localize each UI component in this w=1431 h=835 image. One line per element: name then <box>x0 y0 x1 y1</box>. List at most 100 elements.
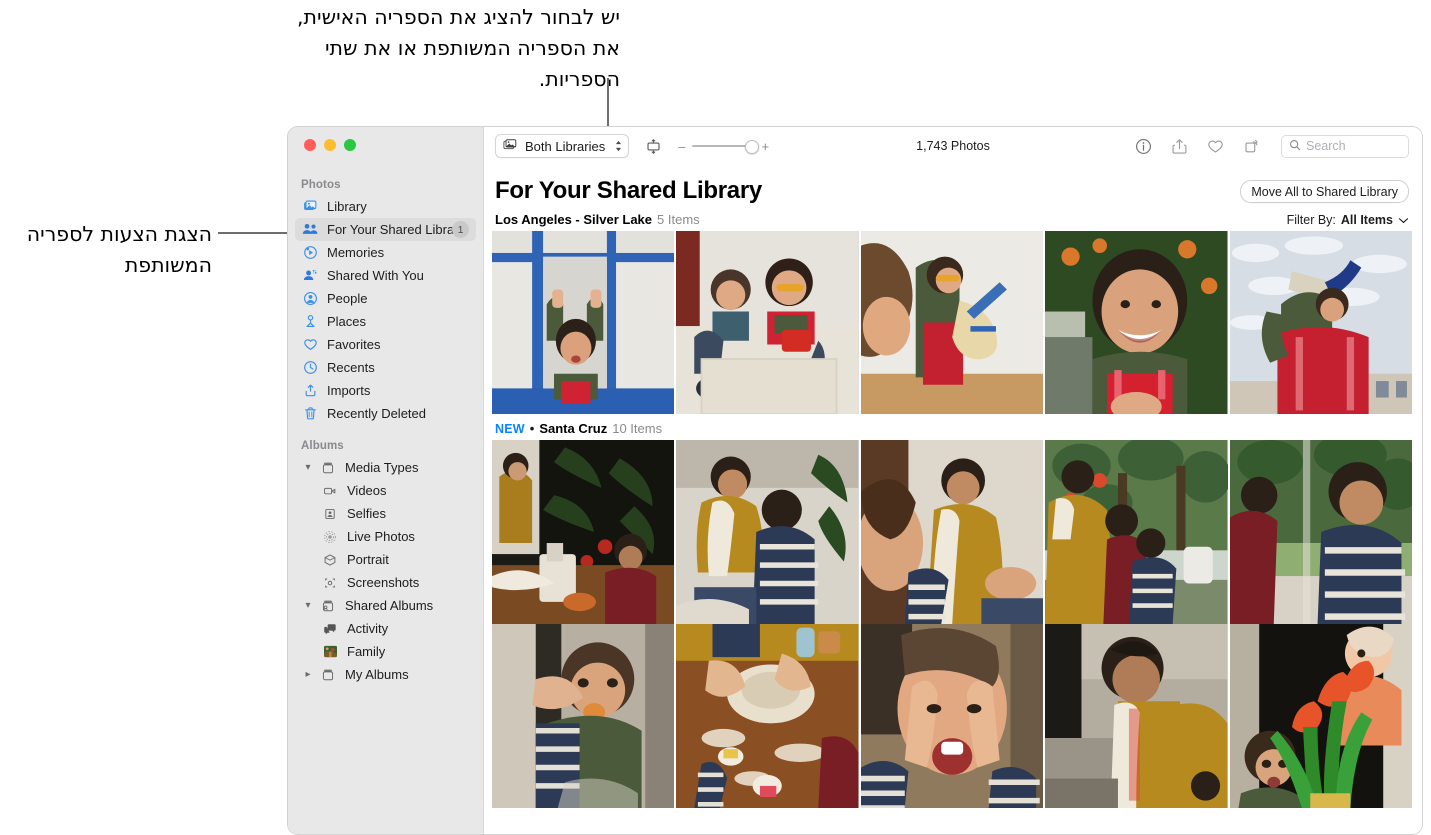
photo-thumbnail[interactable] <box>1229 440 1413 624</box>
photo-thumbnail[interactable] <box>1045 231 1228 414</box>
album-icon <box>319 667 337 683</box>
import-icon <box>301 383 319 399</box>
sidebar-item-label: For Your Shared Library <box>327 222 466 237</box>
annotation-top-text: יש לבחור להציג את הספריה האישית, את הספר… <box>297 5 620 91</box>
zoom-slider-knob[interactable] <box>745 140 760 154</box>
info-icon[interactable] <box>1135 138 1152 155</box>
sidebar-item-shared-with-you[interactable]: Shared With You <box>295 264 476 287</box>
sidebar-item-label: Videos <box>347 483 387 498</box>
two-people-icon <box>301 222 319 238</box>
photo-thumbnail[interactable] <box>1229 624 1413 808</box>
library-selector-popup[interactable]: Both Libraries <box>495 134 630 158</box>
chevron-up-down-icon[interactable] <box>614 139 623 153</box>
sidebar-item-label: Shared Albums <box>345 598 434 613</box>
photo-thumbnail[interactable] <box>1229 231 1413 414</box>
sidebar-item-places[interactable]: Places <box>295 310 476 333</box>
sidebar-list: Photos Library For Your Shared Library 1… <box>288 127 483 686</box>
filter-by-dropdown[interactable]: Filter By: All Items <box>1287 213 1409 227</box>
search-input[interactable]: Search <box>1306 139 1346 153</box>
photo-thumbnail[interactable] <box>492 440 675 624</box>
toolbar-right-group: Search <box>1135 134 1409 158</box>
photo-thumbnail[interactable] <box>860 231 1044 414</box>
chevron-down-icon[interactable]: ▾ <box>302 594 314 617</box>
sidebar-item-label: Family <box>347 644 386 659</box>
sidebar-item-label: Shared With You <box>327 268 424 283</box>
sidebar-item-my-albums[interactable]: ▸ My Albums <box>295 663 476 686</box>
portrait-icon <box>321 552 339 568</box>
library-icon <box>503 138 519 154</box>
sidebar-item-activity[interactable]: Activity <box>295 617 476 640</box>
chevron-down-icon[interactable]: ▾ <box>302 456 314 479</box>
content-scroll-area[interactable]: For Your Shared Library Move All to Shar… <box>484 165 1422 834</box>
close-button[interactable] <box>304 139 316 151</box>
sidebar-item-media-types[interactable]: ▾ Media Types <box>295 456 476 479</box>
sidebar-item-screenshots[interactable]: Screenshots <box>295 571 476 594</box>
zoom-button[interactable] <box>344 139 356 151</box>
zoom-out-label[interactable]: – <box>678 139 685 154</box>
filter-label: Filter By: <box>1286 213 1336 227</box>
sidebar-item-selfies[interactable]: Selfies <box>295 502 476 525</box>
sidebar-item-videos[interactable]: Videos <box>295 479 476 502</box>
photo-thumbnail[interactable] <box>860 440 1044 624</box>
sidebar-item-recents[interactable]: Recents <box>295 356 476 379</box>
video-icon <box>321 483 339 499</box>
sidebar-item-favorites[interactable]: Favorites <box>295 333 476 356</box>
photo-thumbnail[interactable] <box>492 231 675 414</box>
move-all-to-shared-library-button[interactable]: Move All to Shared Library <box>1240 180 1409 203</box>
photo-thumbnail[interactable] <box>1045 440 1228 624</box>
annotation-left-leader-line <box>218 232 291 234</box>
chevron-down-icon[interactable] <box>1398 213 1409 227</box>
sidebar-item-badge: 1 <box>452 221 469 238</box>
heart-icon[interactable] <box>1207 138 1224 155</box>
map-pin-icon <box>301 314 319 330</box>
sidebar-item-shared-albums[interactable]: ▾ Shared Albums <box>295 594 476 617</box>
sidebar-item-label: Library <box>327 199 367 214</box>
photo-thumbnail[interactable] <box>676 624 859 808</box>
sidebar-item-imports[interactable]: Imports <box>295 379 476 402</box>
zoom-slider-control[interactable]: – + <box>678 139 769 154</box>
live-photo-icon <box>321 529 339 545</box>
sidebar-item-library[interactable]: Library <box>295 195 476 218</box>
rotate-icon[interactable] <box>1243 138 1260 155</box>
zoom-slider-track[interactable] <box>692 140 760 154</box>
photo-thumbnail[interactable] <box>860 624 1044 808</box>
library-icon <box>301 199 319 215</box>
sidebar-item-memories[interactable]: Memories <box>295 241 476 264</box>
sidebar-item-for-your-shared-library[interactable]: For Your Shared Library 1 <box>295 218 476 241</box>
chevron-right-icon[interactable]: ▸ <box>302 663 314 686</box>
sidebar-item-family[interactable]: Family <box>295 640 476 663</box>
share-icon[interactable] <box>1171 138 1188 155</box>
photo-thumbnail[interactable] <box>676 231 859 414</box>
sidebar-item-label: Portrait <box>347 552 389 567</box>
photo-thumbnail[interactable] <box>676 440 859 624</box>
sidebar-item-live-photos[interactable]: Live Photos <box>295 525 476 548</box>
section-separator: • <box>529 421 535 436</box>
page-title: For Your Shared Library <box>495 177 762 204</box>
search-field[interactable]: Search <box>1281 134 1409 158</box>
shared-with-you-icon <box>301 268 319 284</box>
minimize-button[interactable] <box>324 139 336 151</box>
sidebar: Photos Library For Your Shared Library 1… <box>288 127 484 834</box>
sidebar-item-portrait[interactable]: Portrait <box>295 548 476 571</box>
search-icon <box>1289 139 1301 154</box>
aspect-ratio-icon[interactable] <box>645 138 662 155</box>
sidebar-item-label: Recently Deleted <box>327 406 426 421</box>
sidebar-item-recently-deleted[interactable]: Recently Deleted <box>295 402 476 425</box>
photo-grid-row <box>484 624 1422 808</box>
toolbar: Both Libraries – + 1,743 Photos Search <box>484 127 1422 165</box>
sidebar-item-people[interactable]: People <box>295 287 476 310</box>
sidebar-section-albums-title: Albums <box>301 440 344 452</box>
main-area: Both Libraries – + 1,743 Photos Search F… <box>484 127 1422 834</box>
sidebar-item-label: Places <box>327 314 367 329</box>
new-badge: NEW <box>495 422 525 436</box>
zoom-in-label[interactable]: + <box>761 139 769 154</box>
filter-value: All Items <box>1340 213 1393 227</box>
photo-thumbnail[interactable] <box>1045 624 1228 808</box>
section-name: Santa Cruz <box>539 421 608 436</box>
sidebar-item-label: Recents <box>327 360 375 375</box>
annotation-left-text: הצגת הצעות לספריה המשותפת <box>26 222 212 277</box>
sidebar-item-label: Selfies <box>347 506 387 521</box>
screenshot-icon <box>321 575 339 591</box>
photo-thumbnail[interactable] <box>492 624 675 808</box>
